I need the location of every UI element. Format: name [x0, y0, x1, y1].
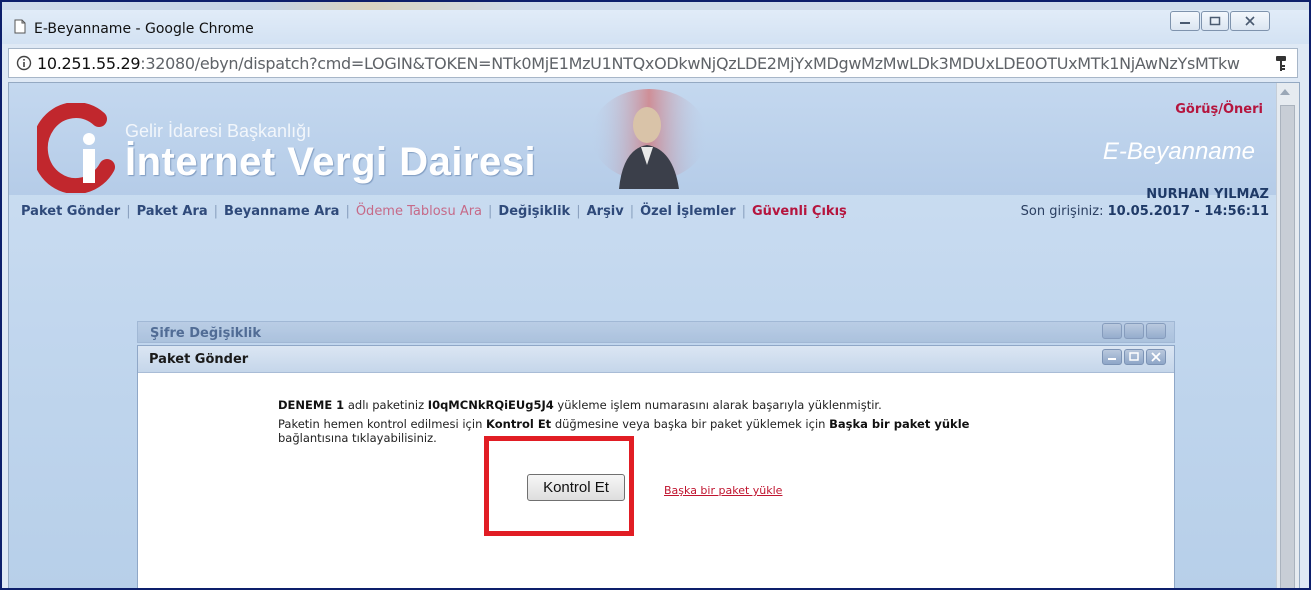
- nav-paket-gonder[interactable]: Paket Gönder: [21, 204, 120, 219]
- agency-name: Gelir İdaresi Başkanlığı: [125, 121, 312, 141]
- site-name: İnternet Vergi Dairesi: [125, 140, 537, 184]
- last-login-label: Son girişiniz:: [1020, 204, 1104, 219]
- minimize-button[interactable]: [1170, 11, 1200, 31]
- nav-ozel-islemler[interactable]: Özel İşlemler: [640, 204, 736, 219]
- title-bar: E-Beyanname - Google Chrome: [2, 2, 1309, 44]
- paket-gonder-dialog: Paket Gönder DENEME 1 adlı paketiniz I0q…: [137, 345, 1175, 588]
- scroll-up-icon[interactable]: [1280, 89, 1290, 95]
- site-header: Gelir İdaresi Başkanlığı İnternet Vergi …: [9, 83, 1277, 195]
- minimize-icon[interactable]: [1102, 349, 1122, 365]
- browser-window: E-Beyanname - Google Chrome 10.251.55.29…: [0, 0, 1311, 590]
- nav-separator: |: [576, 204, 581, 219]
- nav-separator: |: [488, 204, 493, 219]
- package-name: DENEME 1: [278, 398, 345, 412]
- message-text: yükleme işlem numarasını alarak başarıyl…: [553, 398, 882, 412]
- close-icon[interactable]: [1146, 323, 1166, 339]
- window-title: E-Beyanname - Google Chrome: [34, 21, 254, 37]
- key-icon[interactable]: [1274, 55, 1288, 73]
- dialog-title: Paket Gönder: [149, 352, 249, 367]
- page-icon: [14, 19, 26, 34]
- info-icon[interactable]: [16, 55, 32, 71]
- close-icon: [1245, 16, 1255, 26]
- last-login: Son girişiniz: 10.05.2017 - 14:56:11: [1021, 204, 1269, 219]
- highlight-annotation: [484, 436, 634, 536]
- message-bold: Başka bir paket yükle: [829, 417, 970, 431]
- close-icon[interactable]: [1146, 349, 1166, 365]
- maximize-icon[interactable]: [1124, 323, 1144, 339]
- upload-success-line: DENEME 1 adlı paketiniz I0qMCNkRQiEUg5J4…: [278, 398, 1018, 412]
- portrait-image: [591, 89, 707, 189]
- url-text[interactable]: 10.251.55.29:32080/ebyn/dispatch?cmd=LOG…: [37, 54, 1240, 73]
- nav-separator: |: [629, 204, 635, 219]
- nav-paket-ara[interactable]: Paket Ara: [137, 204, 208, 219]
- maximize-icon[interactable]: [1124, 349, 1144, 365]
- background-strip: [2, 2, 1309, 10]
- message-text: düğmesine veya başka bir paket yüklemek …: [551, 417, 830, 431]
- minimize-icon[interactable]: [1102, 323, 1122, 339]
- baska-paket-yukle-link[interactable]: Başka bir paket yükle: [664, 484, 782, 497]
- nav-degisiklik[interactable]: Değişiklik: [498, 204, 570, 219]
- gib-logo-icon: [37, 103, 115, 193]
- close-button[interactable]: [1230, 11, 1270, 31]
- last-login-value: 10.05.2017 - 14:56:11: [1107, 204, 1269, 219]
- dialog-titlebar: Paket Gönder: [138, 346, 1174, 373]
- feedback-link[interactable]: Görüş/Öneri: [1175, 102, 1263, 117]
- message-text: Paketin hemen kontrol edilmesi için: [278, 417, 487, 431]
- scroll-thumb[interactable]: [1280, 105, 1295, 588]
- maximize-button[interactable]: [1201, 11, 1229, 31]
- message-bold: Kontrol Et: [486, 417, 552, 431]
- background-dialog-titlebar: Şifre Değişiklik: [137, 321, 1175, 343]
- nav-separator: |: [741, 204, 747, 219]
- address-bar[interactable]: 10.251.55.29:32080/ebyn/dispatch?cmd=LOG…: [8, 48, 1298, 78]
- nav-arsiv[interactable]: Arşiv: [587, 204, 624, 219]
- dialog-controls: [1100, 349, 1166, 367]
- page-viewport: Gelir İdaresi Başkanlığı İnternet Vergi …: [8, 82, 1300, 588]
- maximize-icon: [1209, 16, 1221, 26]
- instruction-line: Paketin hemen kontrol edilmesi için Kont…: [278, 417, 1018, 445]
- background-dialog-title: Şifre Değişiklik: [150, 326, 261, 341]
- minimize-icon: [1180, 22, 1190, 24]
- nav-separator: |: [345, 204, 350, 219]
- nav-separator: |: [213, 204, 219, 219]
- nav-separator: |: [126, 204, 131, 219]
- vertical-scrollbar[interactable]: [1276, 83, 1299, 588]
- nav-guvenli-cikis[interactable]: Güvenli Çıkış: [752, 204, 847, 219]
- nav-odeme-tablosu-ara[interactable]: Ödeme Tablosu Ara: [356, 204, 482, 219]
- tracking-number: I0qMCNkRQiEUg5J4: [427, 398, 554, 412]
- url-host: 10.251.55.29: [37, 54, 141, 73]
- url-path: :32080/ebyn/dispatch?cmd=LOGIN&TOKEN=NTk…: [140, 54, 1240, 73]
- background-dialog-controls: [1100, 323, 1166, 341]
- nav-beyanname-ara[interactable]: Beyanname Ara: [224, 204, 339, 219]
- dialog-message: DENEME 1 adlı paketiniz I0qMCNkRQiEUg5J4…: [278, 398, 1018, 445]
- message-text: adlı paketiniz: [344, 398, 428, 412]
- page-background: Gelir İdaresi Başkanlığı İnternet Vergi …: [9, 83, 1277, 588]
- user-name: NURHAN YILMAZ: [1146, 187, 1269, 202]
- product-name: E-Beyanname: [1102, 138, 1255, 165]
- message-text: bağlantısına tıklayabilisiniz.: [278, 431, 437, 445]
- main-nav: Paket Gönder | Paket Ara | Beyanname Ara | Öde…: [21, 204, 847, 219]
